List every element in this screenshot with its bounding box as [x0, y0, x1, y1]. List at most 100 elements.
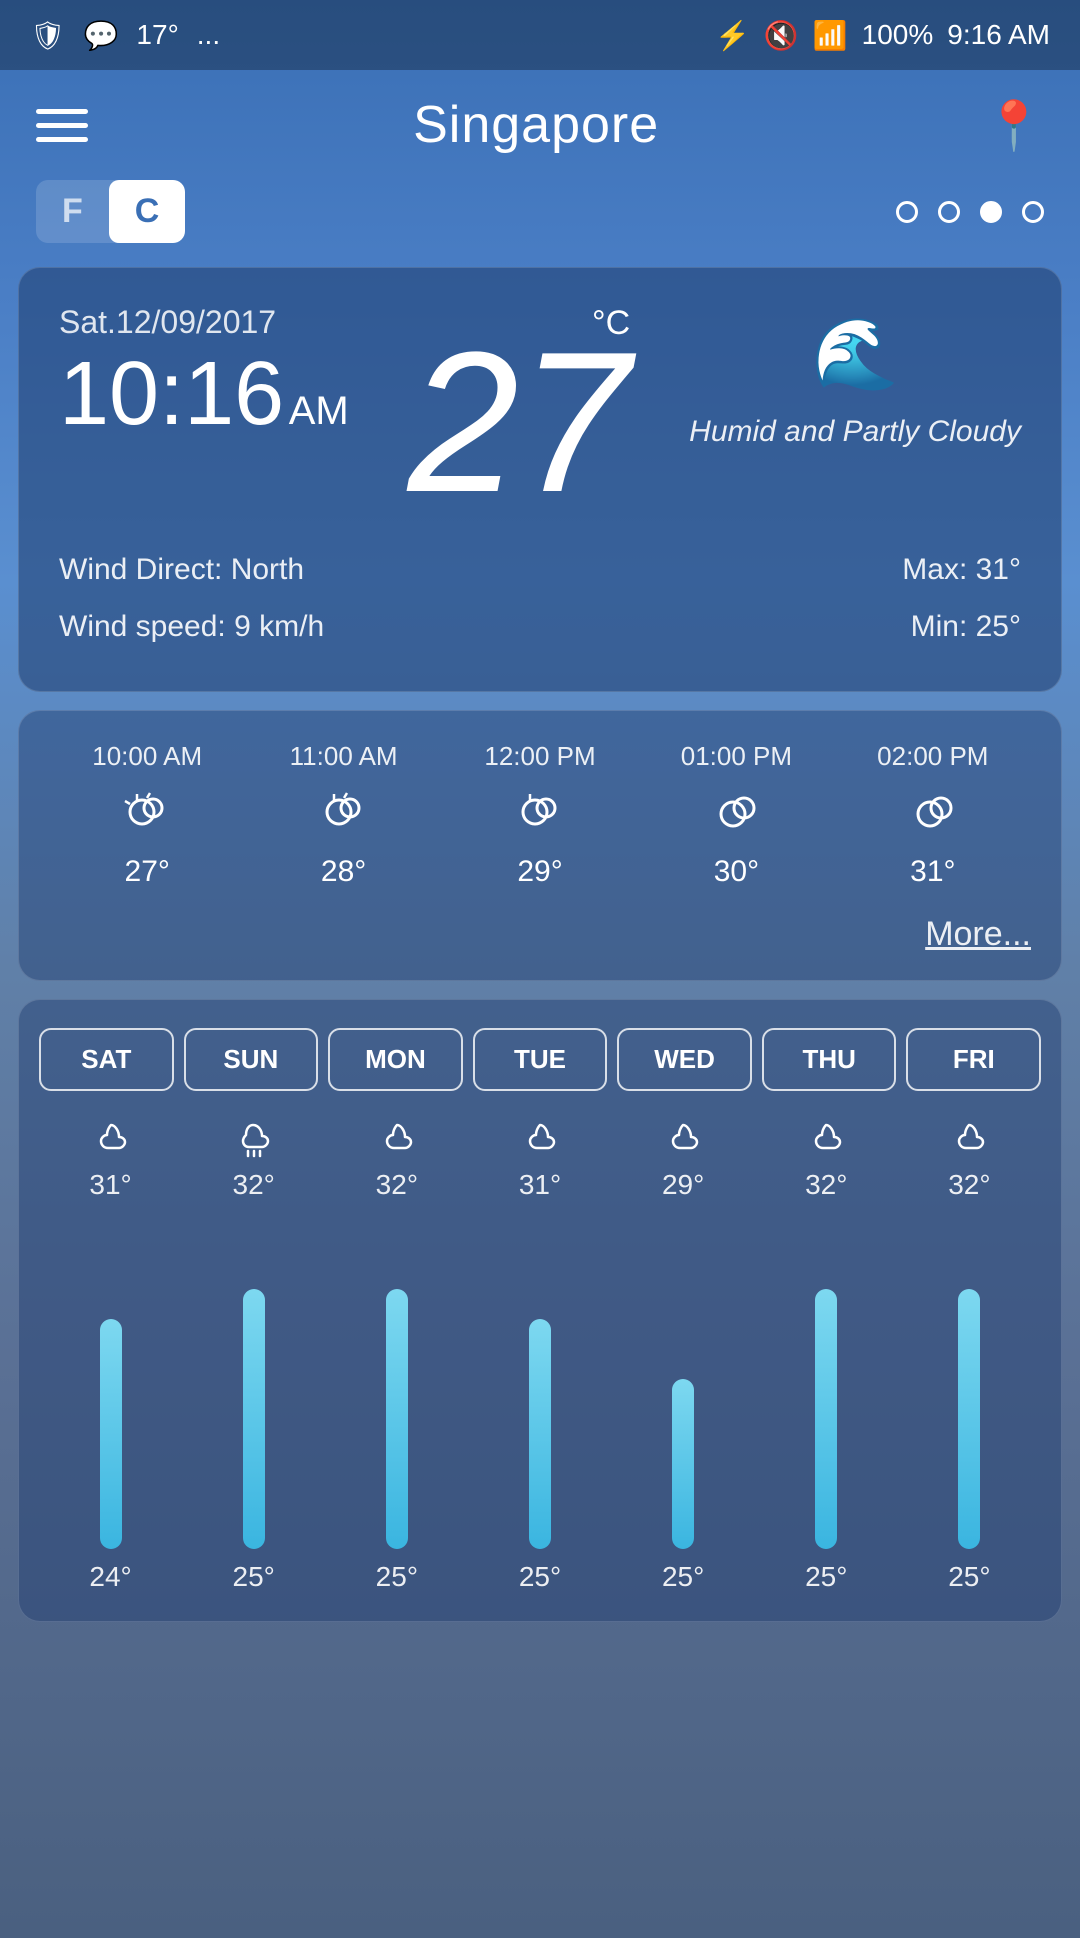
unit-toggle[interactable]: F C [36, 180, 185, 243]
weekly-min-0: 24° [39, 1561, 182, 1593]
status-temp: 17° [136, 19, 178, 51]
bar-wrapper-3 [529, 1259, 551, 1549]
hourly-row: 10:00 AM 27° 11:00 AM 28° 12:00 PM 29° 0… [49, 741, 1031, 899]
hourly-icon-1 [319, 790, 369, 841]
day-tab-sat[interactable]: SAT [39, 1028, 174, 1091]
day-tab-mon[interactable]: MON [328, 1028, 463, 1091]
page-dot-1[interactable] [938, 201, 960, 223]
weekly-min-3: 25° [468, 1561, 611, 1593]
bar-fill-0 [100, 1319, 122, 1549]
shield-icon: 🛡 [30, 19, 66, 52]
hourly-time-3: 01:00 PM [681, 741, 792, 772]
weekly-min-6: 25° [898, 1561, 1041, 1593]
status-dots: ... [197, 19, 220, 51]
weekly-min-1: 25° [182, 1561, 325, 1593]
weekly-icon-4 [612, 1115, 755, 1159]
temp-block: °C 27 [408, 304, 630, 513]
unit-c-button[interactable]: C [109, 180, 186, 243]
weekly-max-3: 31° [468, 1169, 611, 1201]
unit-f-button[interactable]: F [36, 180, 109, 243]
bar-col-5 [755, 1209, 898, 1549]
page-dot-3[interactable] [1022, 201, 1044, 223]
hourly-item-4: 02:00 PM 31° [835, 741, 1031, 899]
min-temp: Min: 25° [902, 598, 1021, 655]
hourly-item-3: 01:00 PM 30° [638, 741, 834, 899]
weekly-max-4: 29° [612, 1169, 755, 1201]
status-right: ⚡ 🔇 📶 100% 9:16 AM [715, 19, 1050, 52]
condition-text: Humid and Partly Cloudy [689, 412, 1021, 451]
day-tab-sun[interactable]: SUN [184, 1028, 319, 1091]
bar-col-4 [612, 1209, 755, 1549]
bluetooth-icon: ⚡ [715, 19, 750, 52]
more-link[interactable]: More... [49, 915, 1031, 970]
bar-col-6 [898, 1209, 1041, 1549]
wind-speed: Wind speed: 9 km/h [59, 598, 324, 655]
page-dot-2[interactable] [980, 201, 1002, 223]
humidity-icon: 🌊 [811, 314, 898, 396]
hourly-icon-4 [908, 790, 958, 841]
message-icon: 💬 [84, 19, 119, 52]
hourly-temp-0: 27° [125, 855, 170, 889]
hourly-item-0: 10:00 AM 27° [49, 741, 245, 899]
day-tab-tue[interactable]: TUE [473, 1028, 608, 1091]
hourly-item-1: 11:00 AM 28° [245, 741, 441, 899]
bar-wrapper-1 [243, 1259, 265, 1549]
hourly-time-2: 12:00 PM [484, 741, 595, 772]
bar-col-2 [325, 1209, 468, 1549]
weekly-min-row: 24° 25° 25° 25° 25° 25° 25° [39, 1561, 1041, 1593]
bar-col-3 [468, 1209, 611, 1549]
time-text: 10:16 [59, 344, 284, 444]
hourly-temp-3: 30° [714, 855, 759, 889]
condition-block: 🌊 Humid and Partly Cloudy [689, 304, 1021, 451]
bar-fill-1 [243, 1289, 265, 1549]
bar-wrapper-4 [672, 1259, 694, 1549]
status-time: 9:16 AM [947, 19, 1050, 51]
hourly-forecast-card: 10:00 AM 27° 11:00 AM 28° 12:00 PM 29° 0… [18, 710, 1062, 981]
hourly-time-1: 11:00 AM [290, 741, 398, 772]
bar-fill-4 [672, 1379, 694, 1549]
weekly-min-4: 25° [612, 1561, 755, 1593]
bar-col-1 [182, 1209, 325, 1549]
bar-fill-5 [815, 1289, 837, 1549]
weekly-max-6: 32° [898, 1169, 1041, 1201]
max-min-block: Max: 31° Min: 25° [902, 541, 1021, 655]
weather-card-top: Sat.12/09/2017 10:16 AM °C 27 🌊 Humid an… [59, 304, 1021, 513]
hourly-temp-2: 29° [517, 855, 562, 889]
weekly-icon-3 [468, 1115, 611, 1159]
weekly-max-0: 31° [39, 1169, 182, 1201]
day-tab-fri[interactable]: FRI [906, 1028, 1041, 1091]
day-tab-wed[interactable]: WED [617, 1028, 752, 1091]
bar-fill-2 [386, 1289, 408, 1549]
weekly-max-5: 32° [755, 1169, 898, 1201]
bar-col-0 [39, 1209, 182, 1549]
weekly-icon-6 [898, 1115, 1041, 1159]
status-left: 🛡 💬 17° ... [30, 19, 220, 52]
page-dots [896, 201, 1044, 223]
wifi-icon: 📶 [813, 19, 848, 52]
mute-icon: 🔇 [764, 19, 799, 52]
current-weather-card: Sat.12/09/2017 10:16 AM °C 27 🌊 Humid an… [18, 267, 1062, 692]
hourly-icon-0 [122, 790, 172, 841]
hourly-icon-2 [515, 790, 565, 841]
page-dot-0[interactable] [896, 201, 918, 223]
max-temp: Max: 31° [902, 541, 1021, 598]
bar-wrapper-6 [958, 1259, 980, 1549]
wind-info: Wind Direct: North Wind speed: 9 km/h [59, 541, 324, 655]
location-icon[interactable]: 📍 [984, 97, 1044, 154]
time-ampm: AM [289, 389, 349, 433]
bar-wrapper-2 [386, 1259, 408, 1549]
bar-fill-6 [958, 1289, 980, 1549]
day-tabs: SAT SUN MON TUE WED THU FRI [39, 1028, 1041, 1091]
hamburger-menu[interactable] [36, 109, 88, 142]
wind-direction: Wind Direct: North [59, 541, 324, 598]
weather-card-bottom: Wind Direct: North Wind speed: 9 km/h Ma… [59, 541, 1021, 655]
hourly-temp-4: 31° [910, 855, 955, 889]
weekly-max-row: 31° 32° 32° 31° 29° 32° 32° [39, 1169, 1041, 1201]
weekly-forecast-card: SAT SUN MON TUE WED THU FRI 31° [18, 999, 1062, 1622]
hourly-time-0: 10:00 AM [92, 741, 202, 772]
weekly-min-2: 25° [325, 1561, 468, 1593]
weekly-max-1: 32° [182, 1169, 325, 1201]
bar-wrapper-5 [815, 1259, 837, 1549]
time-display: 10:16 AM [59, 349, 349, 439]
day-tab-thu[interactable]: THU [762, 1028, 897, 1091]
